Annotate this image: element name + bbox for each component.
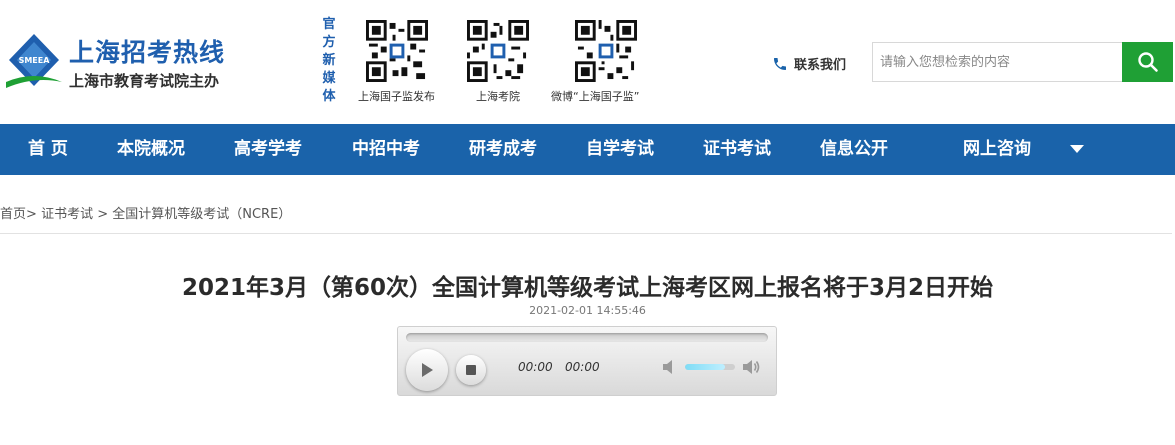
site-header: SMEEA 上海招考热线 上海市教育考试院主办 官方新媒体 上海国子监发布 上海… (0, 0, 1175, 124)
breadcrumb-category[interactable]: 全国计算机等级考试（NCRE） (112, 207, 291, 222)
qr-code-item[interactable]: 微博“上海国子监” (551, 20, 639, 104)
breadcrumb: 首页> 证书考试 > 全国计算机等级考试（NCRE） (0, 203, 291, 222)
search-button[interactable] (1122, 42, 1173, 82)
search-box (872, 42, 1123, 82)
audio-progress-bar[interactable] (406, 333, 768, 342)
audio-player: 00:00 00:00 (397, 326, 777, 396)
search-input[interactable] (873, 43, 1123, 81)
stop-button[interactable] (456, 355, 486, 385)
site-title: 上海招考热线 (69, 38, 226, 67)
contact-us-link[interactable]: 联系我们 (772, 54, 846, 73)
nav-item-online-consult[interactable]: 网上咨询 (963, 124, 1031, 175)
qr-code-icon (365, 20, 428, 82)
qr-caption: 上海考院 (476, 90, 520, 103)
play-icon (422, 363, 433, 377)
site-subtitle: 上海市教育考试院主办 (69, 72, 220, 90)
current-time: 00:00 (518, 360, 553, 374)
contact-us-label: 联系我们 (794, 58, 847, 73)
qr-caption: 上海国子监发布 (358, 90, 435, 103)
caret-down-icon[interactable] (1069, 144, 1085, 154)
phone-icon (774, 57, 786, 70)
play-button[interactable] (406, 349, 448, 391)
logo-text: SMEEA (19, 56, 51, 65)
qr-code-icon (467, 20, 529, 82)
qr-code-item[interactable]: 上海考院 (467, 20, 529, 104)
site-logo[interactable]: SMEEA 上海招考热线 上海市教育考试院主办 (3, 30, 263, 96)
qr-code-icon (575, 20, 637, 82)
smeea-logo-icon: SMEEA (6, 34, 62, 88)
main-nav: 首 页 本院概况 高考学考 中招中考 研考成考 自学考试 证书考试 信息公开 网… (0, 124, 1175, 175)
breadcrumb-section[interactable]: 证书考试 (41, 207, 93, 222)
volume-mute-icon[interactable] (661, 358, 679, 376)
nav-item-self-study[interactable]: 自学考试 (586, 124, 654, 175)
volume-max-icon[interactable] (741, 358, 761, 376)
nav-item-graduate-exam[interactable]: 研考成考 (469, 124, 537, 175)
breadcrumb-separator: > (26, 207, 37, 222)
volume-slider[interactable] (685, 364, 735, 370)
article-date: 2021-02-01 14:55:46 (529, 304, 646, 317)
qr-caption: 微博“上海国子监” (551, 90, 640, 103)
nav-item-certificate[interactable]: 证书考试 (703, 124, 771, 175)
volume-level (685, 364, 725, 370)
qr-code-item[interactable]: 上海国子监发布 (358, 20, 435, 104)
nav-item-home[interactable]: 首 页 (28, 124, 68, 175)
nav-item-about[interactable]: 本院概况 (117, 124, 185, 175)
official-media-label: 官方新媒体 (322, 17, 336, 104)
nav-item-zhongkao[interactable]: 中招中考 (352, 124, 420, 175)
nav-item-gaokao[interactable]: 高考学考 (234, 124, 302, 175)
duration: 00:00 (565, 360, 600, 374)
search-icon (1137, 52, 1158, 72)
breadcrumb-divider (0, 233, 1172, 234)
article-title: 2021年3月（第60次）全国计算机等级考试上海考区网上报名将于3月2日开始 (181, 275, 994, 301)
breadcrumb-home[interactable]: 首页 (0, 207, 26, 222)
stop-icon (466, 365, 476, 375)
breadcrumb-separator: > (93, 207, 113, 222)
nav-item-info-public[interactable]: 信息公开 (820, 124, 888, 175)
